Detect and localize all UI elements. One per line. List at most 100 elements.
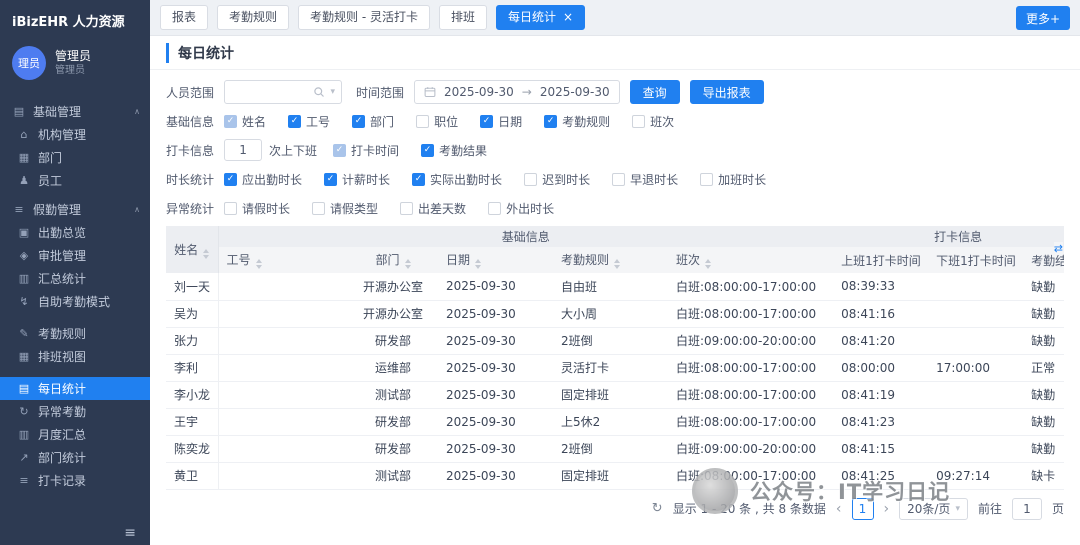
cell-rule: 固定排班	[553, 462, 668, 489]
checkbox-attendance-result[interactable]: ✓考勤结果	[421, 142, 487, 159]
tab-label: 报表	[172, 10, 196, 24]
tab-list: 报表 考勤规则 考勤规则 - 灵活打卡排班每日统计×	[160, 5, 585, 30]
table-row[interactable]: 李利运维部2025-09-30灵活打卡白班:08:00:00-17:00:000…	[166, 354, 1064, 381]
cell-name: 张力	[166, 327, 218, 354]
table-row[interactable]: 陈奕龙研发部2025-09-302班倒白班:09:00:00-20:00:000…	[166, 435, 1064, 462]
checkbox-required-hours[interactable]: ✓应出勤时长	[224, 171, 302, 188]
checkbox-paid-hours[interactable]: ✓计薪时长	[324, 171, 390, 188]
column-header-dept[interactable]: 部门	[348, 247, 438, 273]
sort-icon[interactable]	[475, 259, 481, 269]
cell-emp-no	[218, 462, 348, 489]
cell-dept: 运维部	[348, 354, 438, 381]
sidebar-item-self-attendance-mode[interactable]: ↯自助考勤模式	[0, 290, 150, 313]
sidebar-item-department-statistics[interactable]: ↗部门统计	[0, 446, 150, 469]
column-header-emp-no[interactable]: 工号	[218, 247, 348, 273]
checkbox-attendance-rule[interactable]: ✓考勤规则	[544, 113, 610, 130]
sidebar-item-approval-management[interactable]: ◈审批管理	[0, 244, 150, 267]
menu-group-leave-attendance-management[interactable]: ≡假勤管理∧	[0, 198, 150, 221]
table-row[interactable]: 张力研发部2025-09-302班倒白班:09:00:00-20:00:0008…	[166, 327, 1064, 354]
sidebar-item-employee[interactable]: ♟员工	[0, 169, 150, 192]
checkbox-trip-days[interactable]: ✓出差天数	[400, 200, 466, 217]
tab-daily-statistics[interactable]: 每日统计×	[496, 5, 585, 30]
sidebar-item-department[interactable]: ▦部门	[0, 146, 150, 169]
column-header-rule[interactable]: 考勤规则	[553, 247, 668, 273]
tab-attendance-rules[interactable]: 考勤规则	[217, 5, 289, 30]
menu-group-base-management[interactable]: ▤基础管理∧	[0, 100, 150, 123]
checkbox-box: ✓	[632, 115, 645, 128]
table-row[interactable]: 王宇研发部2025-09-30上5休2白班:08:00:00-17:00:000…	[166, 408, 1064, 435]
filter-row-main: 人员范围 ▾ 时间范围 2025-09-30 → 2025-09-30 查询 导…	[166, 80, 1064, 104]
chevron-up-icon: ∧	[134, 107, 140, 116]
sidebar-item-monthly-summary[interactable]: ▥月度汇总	[0, 423, 150, 446]
sidebar-item-summary-statistics[interactable]: ▥汇总统计	[0, 267, 150, 290]
date-from-value[interactable]: 2025-09-30	[444, 85, 514, 99]
date-range-picker[interactable]: 2025-09-30 → 2025-09-30	[414, 80, 620, 104]
table-row[interactable]: 黄卫测试部2025-09-30固定排班白班:08:00:00-17:00:000…	[166, 462, 1064, 489]
table-row[interactable]: 李小龙测试部2025-09-30固定排班白班:08:00:00-17:00:00…	[166, 381, 1064, 408]
goto-page-input[interactable]	[1012, 498, 1042, 520]
cell-rule: 灵活打卡	[553, 354, 668, 381]
sidebar-item-punch-records[interactable]: ≡打卡记录	[0, 469, 150, 492]
column-header-shift[interactable]: 班次	[668, 247, 833, 273]
checkbox-actual-hours[interactable]: ✓实际出勤时长	[412, 171, 502, 188]
sort-icon[interactable]	[705, 259, 711, 269]
checkbox-box: ✓	[288, 115, 301, 128]
tab-report[interactable]: 报表	[160, 5, 208, 30]
table-row[interactable]: 吴为开源办公室2025-09-30大小周白班:08:00:00-17:00:00…	[166, 300, 1064, 327]
page-size-select[interactable]: 20条/页 ▾	[899, 498, 968, 520]
current-page[interactable]: 1	[852, 498, 874, 520]
checkbox-leave-type[interactable]: ✓请假类型	[312, 200, 378, 217]
cell-rule: 2班倒	[553, 435, 668, 462]
sort-icon[interactable]	[256, 259, 262, 269]
checkbox-overtime-hours[interactable]: ✓加班时长	[700, 171, 766, 188]
query-button[interactable]: 查询	[630, 80, 680, 104]
sidebar-item-schedule-view[interactable]: ▦排班视图	[0, 345, 150, 368]
checkbox-early-leave-hours[interactable]: ✓早退时长	[612, 171, 678, 188]
prev-page-icon[interactable]: ‹	[836, 501, 842, 517]
tab-bar: 报表 考勤规则 考勤规则 - 灵活打卡排班每日统计× 更多+	[150, 0, 1080, 36]
cell-punch-in: 08:41:16	[833, 300, 928, 327]
tab-attendance-rules-flexible[interactable]: 考勤规则 - 灵活打卡	[298, 5, 430, 30]
checkbox-emp-no[interactable]: ✓工号	[288, 113, 330, 130]
column-header-date[interactable]: 日期	[438, 247, 553, 273]
more-button[interactable]: 更多+	[1016, 6, 1070, 30]
checkbox-position[interactable]: ✓职位	[416, 113, 458, 130]
checkbox-out-hours[interactable]: ✓外出时长	[488, 200, 554, 217]
tab-scheduling[interactable]: 排班	[439, 5, 487, 30]
checkbox-late-hours[interactable]: ✓迟到时长	[524, 171, 590, 188]
home-icon: ▣	[17, 226, 31, 239]
checkbox-date[interactable]: ✓日期	[480, 113, 522, 130]
export-report-button[interactable]: 导出报表	[690, 80, 764, 104]
menu-item-label: 部门统计	[38, 449, 86, 466]
date-to-value[interactable]: 2025-09-30	[540, 85, 610, 99]
checkbox-label: 班次	[650, 113, 674, 130]
column-settings-icon[interactable]: ⇄	[1054, 242, 1063, 255]
sort-icon[interactable]	[203, 249, 209, 259]
sidebar-item-attendance-rules[interactable]: ✎考勤规则	[0, 322, 150, 345]
sidebar-item-abnormal-attendance[interactable]: ↻异常考勤	[0, 400, 150, 423]
sort-icon[interactable]	[405, 259, 411, 269]
person-scope-input[interactable]: ▾	[224, 80, 342, 104]
sort-icon[interactable]	[614, 259, 620, 269]
close-tab-icon[interactable]: ×	[563, 10, 573, 24]
table-row[interactable]: 刘一天开源办公室2025-09-30自由班白班:08:00:00-17:00:0…	[166, 273, 1064, 300]
sidebar-item-daily-statistics[interactable]: ▤每日统计	[0, 377, 150, 400]
refresh-icon[interactable]: ↻	[652, 501, 663, 516]
tab-label: 考勤规则	[229, 10, 277, 24]
input-punch-count[interactable]	[224, 139, 262, 161]
edit-icon: ✎	[17, 327, 31, 340]
checkbox-shift[interactable]: ✓ 班次	[632, 113, 674, 130]
next-page-icon[interactable]: ›	[884, 501, 890, 517]
column-label: 日期	[446, 253, 470, 267]
column-header-name[interactable]: 姓名	[166, 226, 218, 273]
grid-icon: ▦	[17, 151, 31, 164]
collapse-sidebar-icon[interactable]: ≡	[124, 525, 136, 541]
checkbox-label: 实际出勤时长	[430, 171, 502, 188]
column-label: 考勤规则	[561, 253, 609, 267]
sidebar-item-attendance-overview[interactable]: ▣出勤总览	[0, 221, 150, 244]
cell-emp-no	[218, 273, 348, 300]
checkbox-leave-hours[interactable]: ✓请假时长	[224, 200, 290, 217]
cell-name: 黄卫	[166, 462, 218, 489]
sidebar-item-org-management[interactable]: ⌂机构管理	[0, 123, 150, 146]
checkbox-dept[interactable]: ✓部门	[352, 113, 394, 130]
